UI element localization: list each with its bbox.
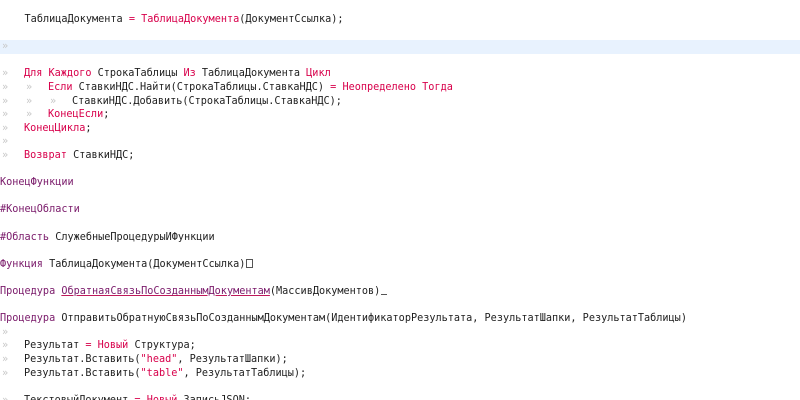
code-line[interactable]: » bbox=[0, 135, 800, 149]
code-token: Цикл bbox=[306, 68, 331, 80]
code-token: СтавкиНДС.Добавить(СтрокаТаблицы.СтавкаН… bbox=[72, 95, 342, 107]
tab-marker: » bbox=[2, 122, 9, 134]
tab-marker: » bbox=[2, 68, 9, 80]
code-token: = bbox=[85, 340, 98, 352]
tab-marker: » bbox=[26, 109, 33, 121]
code-token: , РезультатТаблицы); bbox=[183, 367, 307, 379]
code-line[interactable]: » Для Каждого СтрокаТаблицы Из ТаблицаДок… bbox=[0, 67, 800, 81]
code-token: Неопределено bbox=[342, 82, 423, 93]
tab-marker: » bbox=[2, 109, 9, 121]
code-line[interactable]: » Результат = Новый Структура; bbox=[0, 339, 800, 353]
code-line[interactable]: » Результат.Вставить("head", РезультатШап… bbox=[0, 353, 800, 367]
code-token: Тогда bbox=[422, 82, 453, 93]
code-token: Результат.Вставить( bbox=[24, 367, 141, 379]
tab-marker: » bbox=[50, 95, 57, 107]
code-token: = bbox=[134, 395, 146, 400]
code-line[interactable]: » bbox=[0, 40, 800, 55]
code-token: "table" bbox=[140, 367, 184, 379]
code-token: Возврат bbox=[24, 150, 74, 161]
code-token: Для Каждого bbox=[24, 68, 98, 80]
code-line[interactable]: » bbox=[0, 326, 800, 340]
code-token: Новый bbox=[97, 340, 135, 352]
code-token: ОбратнаяСвязьПоСозданнымДокументам bbox=[61, 286, 270, 297]
code-token: ТаблицаДокумента bbox=[24, 14, 123, 25]
code-line[interactable]: Процедура ОбратнаяСвязьПоСозданнымДокуме… bbox=[0, 285, 800, 299]
code-line[interactable]: » Возврат СтавкиНДС; bbox=[0, 149, 800, 163]
tab-marker: » bbox=[2, 82, 9, 93]
code-token: КонецЦикла bbox=[24, 122, 86, 134]
code-line[interactable] bbox=[0, 27, 800, 41]
code-line[interactable] bbox=[0, 217, 800, 231]
code-line[interactable]: » » » СтавкиНДС.Добавить(СтрокаТаблицы.Став… bbox=[0, 95, 800, 109]
code-line[interactable]: » » КонецЕсли; bbox=[0, 108, 800, 122]
fold-marker-icon[interactable] bbox=[246, 258, 254, 268]
tab-marker: » bbox=[0, 394, 24, 400]
code-line[interactable]: #Область СлужебныеПроцедурыИФункции bbox=[0, 231, 800, 245]
code-token: ТаблицаДокумента bbox=[141, 14, 240, 25]
code-line[interactable] bbox=[0, 380, 800, 394]
code-token: Новый bbox=[147, 395, 184, 400]
code-line[interactable]: » » Если СтавкиНДС.Найти(СтрокаТаблицы.Ста… bbox=[0, 81, 800, 95]
code-token: (ДокументСсылка); bbox=[239, 14, 344, 25]
code-token: ; bbox=[85, 122, 92, 134]
code-editor[interactable]: ТаблицаДокумента = ТаблицаДокумента(Доку… bbox=[0, 0, 800, 400]
code-line[interactable] bbox=[0, 54, 800, 68]
code-line[interactable]: » Результат.Вставить("table", РезультатТа… bbox=[0, 367, 800, 381]
code-line[interactable]: КонецФункции bbox=[0, 176, 800, 190]
code-token: , РезультатШапки); bbox=[177, 354, 288, 365]
tab-marker: » bbox=[2, 150, 9, 161]
tab-marker: » bbox=[2, 326, 9, 338]
code-token: "head" bbox=[140, 354, 178, 365]
code-token: КонецФункции bbox=[0, 177, 74, 189]
code-line[interactable]: » КонецЦикла; bbox=[0, 122, 800, 136]
tab-marker: » bbox=[26, 82, 33, 93]
code-line[interactable]: ТаблицаДокумента = ТаблицаДокумента(Доку… bbox=[0, 13, 800, 27]
code-line[interactable]: #КонецОбласти bbox=[0, 203, 800, 217]
code-token: ТекстовыйДокумент bbox=[24, 395, 134, 400]
code-token: СтавкиНДС; bbox=[73, 150, 135, 161]
code-line[interactable] bbox=[0, 271, 800, 285]
code-line[interactable] bbox=[0, 163, 800, 177]
tab-marker: » bbox=[2, 41, 9, 53]
code-token: СтрокаТаблицы bbox=[97, 68, 184, 80]
code-token: #Область bbox=[0, 231, 56, 243]
code-token: КонецЕсли bbox=[48, 109, 104, 121]
code-token: СлужебныеПроцедурыИФункции bbox=[55, 231, 215, 243]
tab-marker: » bbox=[2, 340, 9, 352]
tab-marker: » bbox=[2, 136, 9, 148]
code-token: ТаблицаДокумента(ДокументСсылка) bbox=[49, 258, 246, 270]
code-token: Результат.Вставить( bbox=[24, 354, 141, 365]
code-token: Из bbox=[183, 68, 202, 80]
code-line[interactable]: Процедура ОтправитьОбратнуюСвязьПоСоздан… bbox=[0, 312, 800, 326]
code-token: ; bbox=[103, 109, 110, 121]
code-token: Структура; bbox=[134, 340, 196, 352]
code-token: = bbox=[122, 14, 142, 25]
code-line[interactable]: Функция ТаблицаДокумента(ДокументСсылка) bbox=[0, 258, 800, 272]
code-line[interactable]: »ТекстовыйДокумент = Новый ЗаписьJSON; bbox=[0, 394, 800, 400]
tab-marker: » bbox=[26, 95, 33, 107]
fold-marker-icon[interactable] bbox=[381, 285, 388, 295]
code-token: СтавкиНДС.Найти(СтрокаТаблицы.СтавкаНДС) bbox=[78, 82, 331, 93]
code-token: (МассивДокументов) bbox=[269, 286, 381, 297]
code-token: = bbox=[330, 82, 343, 93]
code-token: Процедура bbox=[0, 313, 62, 325]
code-token: Результат bbox=[24, 340, 86, 352]
tab-marker: » bbox=[2, 354, 9, 365]
code-token: #КонецОбласти bbox=[0, 204, 80, 216]
code-token: ОтправитьОбратнуюСвязьПоСозданнымДокумен… bbox=[61, 313, 687, 325]
code-token: Если bbox=[48, 82, 79, 93]
code-line[interactable] bbox=[0, 244, 800, 258]
code-token: Процедура bbox=[0, 286, 62, 297]
code-line[interactable] bbox=[0, 299, 800, 313]
tab-marker: » bbox=[2, 95, 9, 107]
code-token: Функция bbox=[0, 258, 50, 270]
tab-marker: » bbox=[2, 367, 9, 379]
code-token: ТаблицаДокумента bbox=[201, 68, 307, 80]
code-token: ЗаписьJSON; bbox=[184, 395, 251, 400]
code-line[interactable] bbox=[0, 190, 800, 204]
